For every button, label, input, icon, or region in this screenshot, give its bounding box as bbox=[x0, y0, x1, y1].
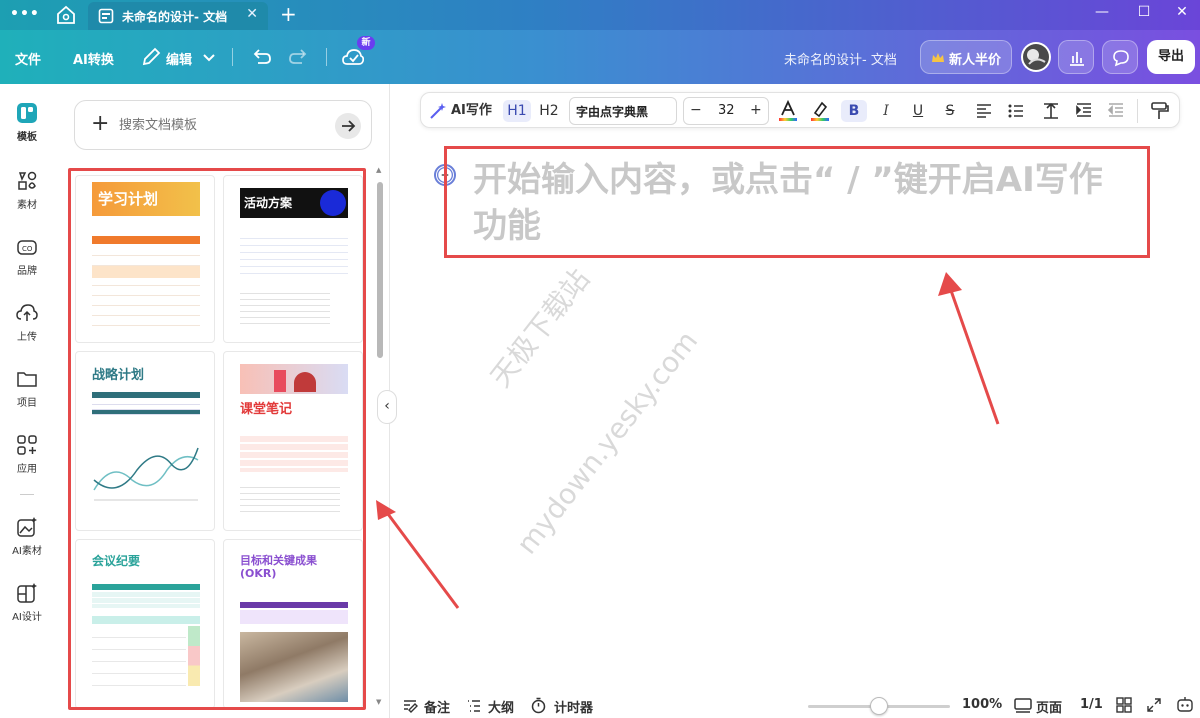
arrow-to-templates bbox=[386, 513, 460, 609]
timer-button[interactable]: 计时器 bbox=[554, 697, 593, 716]
help-icon[interactable] bbox=[1176, 696, 1194, 714]
zoom-slider-knob[interactable] bbox=[870, 697, 888, 715]
zoom-level[interactable]: 100% bbox=[962, 697, 1002, 712]
outline-button[interactable]: 大纲 bbox=[488, 697, 514, 716]
page-button[interactable]: 页面 bbox=[1036, 697, 1062, 716]
grid-view-icon[interactable] bbox=[1116, 697, 1132, 713]
page-icon bbox=[1014, 698, 1032, 713]
status-bar: 备注 大纲 计时器 100% 页面 1/1 bbox=[390, 692, 1200, 718]
arrow-head bbox=[376, 500, 396, 520]
arrow-to-editor bbox=[946, 281, 1000, 425]
page-indicator: 1/1 bbox=[1080, 697, 1103, 712]
timer-icon bbox=[531, 697, 546, 714]
arrow-head bbox=[938, 272, 962, 296]
fullscreen-icon[interactable] bbox=[1146, 697, 1162, 713]
annotation-arrows bbox=[376, 272, 1000, 609]
outline-icon bbox=[468, 700, 480, 712]
notes-icon bbox=[404, 700, 418, 713]
notes-button[interactable]: 备注 bbox=[424, 697, 450, 716]
